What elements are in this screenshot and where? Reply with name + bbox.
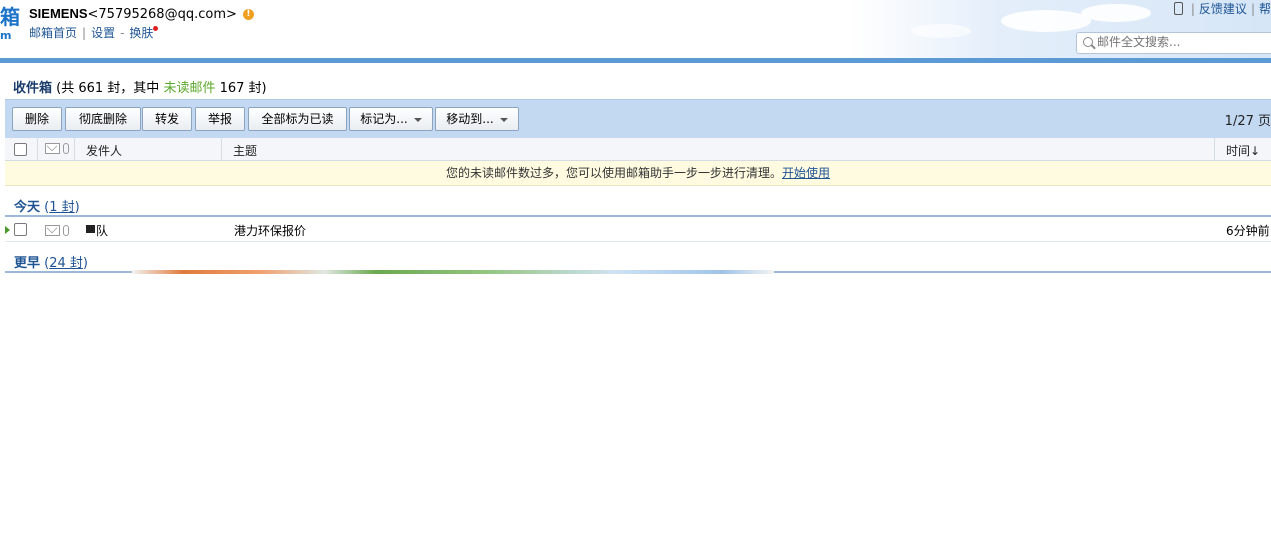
mark-as-dropdown[interactable]: 标记为... (349, 107, 433, 131)
unread-notice-bar: 您的未读邮件数过多，您可以使用邮箱助手一步一步进行清理。开始使用 (5, 161, 1271, 186)
mail-list-header: 发件人 主题 时间↓ (5, 138, 1271, 161)
column-subject[interactable]: 主题 (233, 142, 257, 159)
link-settings[interactable]: 设置 (91, 26, 115, 40)
select-all-checkbox[interactable] (14, 143, 27, 156)
delete-button[interactable]: 删除 (12, 107, 62, 131)
phone-icon[interactable] (1173, 2, 1183, 15)
search-input[interactable] (1097, 34, 1267, 50)
ad-banner-strip[interactable] (132, 270, 774, 274)
search-icon[interactable] (1083, 37, 1093, 47)
folder-title: 收件箱 (共 661 封，其中 未读邮件 167 封) (13, 81, 267, 96)
account-info: SIEMENS<75795268@qq.com>! (29, 6, 254, 22)
warning-icon[interactable]: ! (242, 9, 254, 20)
sender-badge-icon (86, 225, 95, 233)
top-header: 箱 m SIEMENS<75795268@qq.com>! 邮箱首页 | 设置 - 换肤… (0, 0, 1271, 58)
group-today-count-link[interactable]: 1 封 (49, 200, 74, 215)
column-sender[interactable]: 发件人 (86, 142, 122, 159)
envelope-icon (45, 143, 60, 154)
account-name: SIEMENS (29, 6, 88, 21)
delete-permanently-button[interactable]: 彻底删除 (65, 107, 141, 131)
group-earlier-count-link[interactable]: 24 封 (49, 256, 83, 271)
unread-label[interactable]: 未读邮件 (163, 81, 215, 96)
mail-toolbar: 删除 彻底删除 转发 举报 全部标为已读 标记为... 移动到... 1/27 … (5, 99, 1271, 138)
attachment-icon (63, 143, 69, 154)
email-sender[interactable]: 队 (96, 222, 108, 239)
group-today-title: 今天 (14, 200, 41, 215)
search-box[interactable] (1076, 32, 1271, 54)
top-nav-links: 邮箱首页 | 设置 - 换肤 (29, 24, 159, 41)
column-time[interactable]: 时间↓ (1226, 142, 1260, 159)
group-today: 今天 (1 封) (14, 200, 80, 215)
folder-name: 收件箱 (13, 81, 53, 96)
link-feedback[interactable]: 反馈建议 (1199, 2, 1247, 16)
row-checkbox[interactable] (14, 223, 27, 236)
group-divider (5, 215, 1271, 217)
unread-arrow-icon (5, 226, 10, 234)
notice-text: 您的未读邮件数过多，您可以使用邮箱助手一步一步进行清理。 (445, 166, 782, 180)
email-time: 6分钟前 (1226, 224, 1270, 238)
move-to-dropdown[interactable]: 移动到... (435, 107, 519, 131)
envelope-icon (45, 225, 60, 236)
chevron-down-icon (413, 117, 422, 122)
new-dot-icon (153, 26, 159, 31)
notice-start-link[interactable]: 开始使用 (782, 166, 830, 180)
attachment-icon (63, 225, 69, 236)
forward-button[interactable]: 转发 (142, 107, 192, 131)
email-subject[interactable]: 港力环保报价 (234, 222, 306, 239)
link-mail-home[interactable]: 邮箱首页 (29, 26, 77, 40)
mark-all-read-button[interactable]: 全部标为已读 (248, 107, 347, 131)
page-indicator: 1/27 页 (1224, 114, 1271, 129)
report-button[interactable]: 举报 (195, 107, 245, 131)
group-earlier: 更早 (24 封) (14, 256, 88, 271)
chevron-down-icon (499, 117, 508, 122)
header-divider (0, 58, 1271, 63)
link-help[interactable]: 帮 (1259, 2, 1271, 16)
table-row[interactable]: 队 港力环保报价 6分钟前 (5, 218, 1271, 242)
group-earlier-title: 更早 (14, 256, 41, 271)
right-top-links: | 反馈建议 | 帮 (1173, 0, 1271, 17)
link-change-skin[interactable]: 换肤 (129, 26, 153, 40)
mail-logo[interactable]: 箱 m (0, 6, 20, 42)
account-email: <75795268@qq.com> (87, 7, 237, 22)
